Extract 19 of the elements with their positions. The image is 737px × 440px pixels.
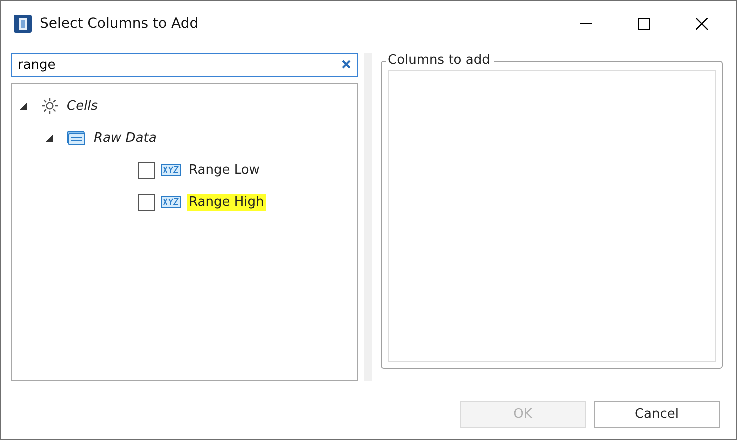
tree-item[interactable]: Range Low: [187, 162, 262, 178]
column-icon: [161, 164, 181, 176]
expanded-icon[interactable]: [46, 134, 53, 142]
window-title: Select Columns to Add: [40, 16, 199, 32]
sun-icon: [41, 97, 59, 115]
cancel-button[interactable]: Cancel: [594, 401, 720, 428]
tree-item[interactable]: Cells: [65, 98, 100, 114]
table-icon: [67, 130, 86, 146]
search-field[interactable]: range: [11, 53, 358, 77]
column-icon: [161, 196, 181, 208]
close-icon[interactable]: [696, 18, 708, 30]
checkbox[interactable]: [138, 162, 155, 178]
expanded-icon[interactable]: [20, 102, 27, 110]
maximize-icon[interactable]: [638, 18, 650, 30]
app-icon: [14, 15, 32, 33]
tree-item[interactable]: Raw Data: [92, 130, 159, 146]
checkbox[interactable]: [138, 194, 155, 210]
tree-item[interactable]: Range High: [187, 194, 266, 210]
clear-icon[interactable]: [342, 60, 351, 69]
